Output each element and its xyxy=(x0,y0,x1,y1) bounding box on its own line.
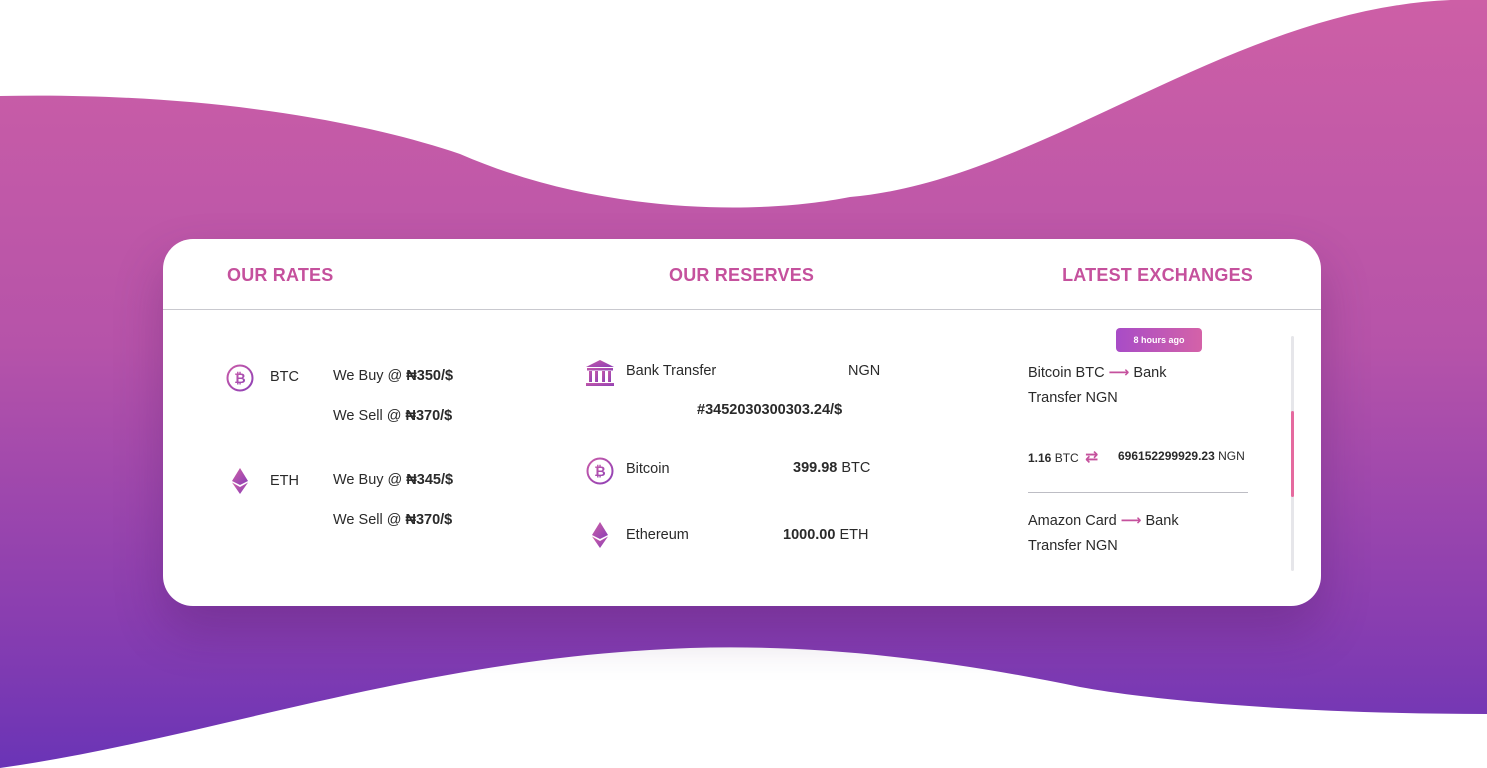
rate-coin-eth: ETH xyxy=(270,473,299,489)
eth-sell-rate: We Sell @ ₦370/$ xyxy=(333,512,453,528)
long-arrow-right-icon: ⟶ xyxy=(1120,513,1142,529)
latest-exchanges-title: LATEST EXCHANGES xyxy=(1062,265,1253,285)
bank-icon xyxy=(586,360,614,386)
btc-buy-rate: We Buy @ ₦350/$ xyxy=(333,368,454,384)
long-arrow-right-icon: ⟶ xyxy=(1108,365,1130,381)
reserve-bank-name: Bank Transfer xyxy=(626,363,717,379)
swap-arrows-icon: ⇄ xyxy=(1085,449,1099,466)
reserve-bitcoin-amount: 399.98 BTC xyxy=(793,460,871,476)
bitcoin-icon: ₿ xyxy=(226,364,254,392)
exchange-1-send: 1.16 BTC xyxy=(1028,451,1079,465)
reserve-bank-amount: #3452030300303.24/$ xyxy=(697,402,843,418)
card-header: OUR RATES OUR RESERVES LATEST EXCHANGES xyxy=(163,239,1321,310)
reserve-bank-currency: NGN xyxy=(848,363,881,379)
reserve-ethereum-name: Ethereum xyxy=(626,527,689,543)
exchange-2-pair: Amazon Card ⟶ Bank xyxy=(1028,513,1179,529)
rate-coin-btc: BTC xyxy=(270,369,299,385)
rates-card: OUR RATES OUR RESERVES LATEST EXCHANGES … xyxy=(163,239,1321,606)
reserve-ethereum-amount: 1000.00 ETH xyxy=(783,527,869,543)
time-ago-badge: 8 hours ago xyxy=(1116,328,1202,352)
btc-sell-rate: We Sell @ ₦370/$ xyxy=(333,408,453,424)
exchange-divider xyxy=(1028,492,1248,493)
svg-text:₿: ₿ xyxy=(594,464,605,480)
bitcoin-icon: ₿ xyxy=(586,457,614,485)
our-reserves-title: OUR RESERVES xyxy=(669,265,815,285)
exchanges-scrollbar-thumb[interactable] xyxy=(1291,411,1294,497)
ethereum-icon xyxy=(592,522,608,548)
our-rates-title: OUR RATES xyxy=(227,265,334,285)
exchange-2-pair-line2: Transfer NGN xyxy=(1028,538,1118,554)
exchange-1-pair-line2: Transfer NGN xyxy=(1028,390,1118,406)
eth-buy-rate: We Buy @ ₦345/$ xyxy=(333,472,454,488)
svg-text:₿: ₿ xyxy=(234,371,245,387)
exchange-1-pair: Bitcoin BTC ⟶ Bank xyxy=(1028,365,1167,381)
reserve-bitcoin-name: Bitcoin xyxy=(626,461,670,477)
exchange-1-receive: 696152299929.23 NGN xyxy=(1118,449,1245,463)
ethereum-icon xyxy=(232,468,248,494)
